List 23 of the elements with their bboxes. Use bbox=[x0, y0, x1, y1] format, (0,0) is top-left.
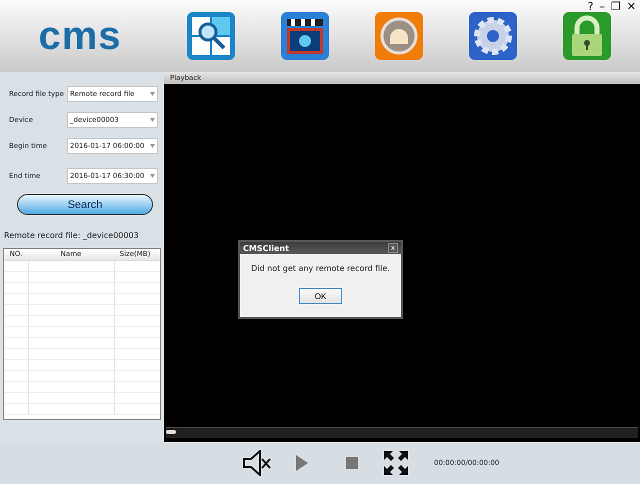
fullscreen-icon[interactable] bbox=[384, 451, 408, 475]
lock-icon[interactable] bbox=[562, 11, 612, 61]
caret-icon bbox=[150, 118, 155, 122]
window-control[interactable]: ? bbox=[588, 0, 594, 13]
video-player-icon[interactable] bbox=[280, 11, 330, 61]
progress-thumb[interactable] bbox=[166, 430, 176, 434]
caret-icon bbox=[150, 144, 155, 148]
window-control[interactable]: ❐ bbox=[610, 0, 621, 13]
search-button[interactable]: Search bbox=[17, 194, 153, 215]
play-icon[interactable] bbox=[296, 455, 308, 471]
caret-icon bbox=[150, 92, 155, 96]
search-icon[interactable] bbox=[186, 11, 236, 61]
alarm-light-icon[interactable] bbox=[374, 11, 424, 61]
progress-track[interactable] bbox=[166, 427, 638, 438]
result-label: Remote record file: _device00003 bbox=[4, 231, 140, 240]
logo: cms bbox=[37, 16, 123, 56]
dialog-title: CMSClient bbox=[243, 244, 289, 252]
window-control[interactable]: ✕ bbox=[626, 0, 636, 13]
window-control[interactable]: – bbox=[599, 0, 605, 13]
dialog-message: Did not get any remote record file. bbox=[251, 264, 390, 273]
ok-button[interactable]: OK bbox=[299, 288, 342, 304]
gear-icon[interactable] bbox=[468, 11, 518, 61]
caret-icon bbox=[150, 174, 155, 178]
